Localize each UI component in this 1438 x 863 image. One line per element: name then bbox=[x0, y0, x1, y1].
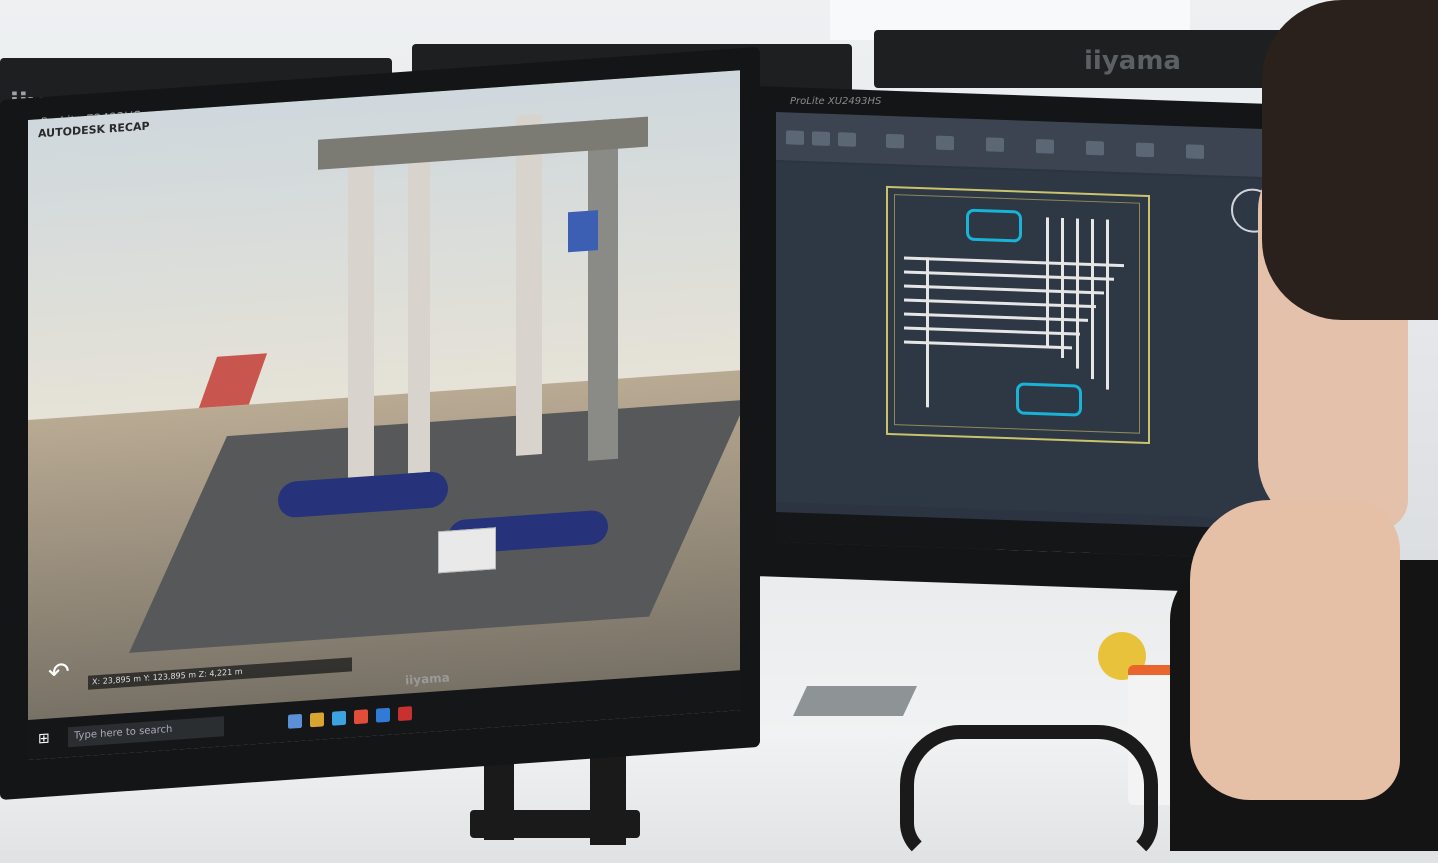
headphones bbox=[900, 725, 1158, 863]
ribbon-button[interactable] bbox=[1036, 139, 1054, 154]
navigation-cube-icon[interactable] bbox=[438, 527, 496, 574]
recap-screen: AUTODESK RECAP ↶ X: 23,895 m Y: 123,895 … bbox=[28, 70, 740, 761]
windows-start-icon[interactable]: ⊞ bbox=[38, 730, 50, 747]
pipe-line bbox=[1106, 219, 1109, 390]
ribbon-button[interactable] bbox=[986, 137, 1004, 152]
pipe-line bbox=[1091, 219, 1094, 380]
ribbon-button[interactable] bbox=[1136, 142, 1154, 158]
ribbon-button[interactable] bbox=[1186, 144, 1204, 159]
taskbar-app-icon[interactable] bbox=[398, 706, 412, 722]
tank-symbol bbox=[966, 208, 1022, 243]
scan-pipe bbox=[348, 135, 374, 498]
back-arrow-icon[interactable]: ↶ bbox=[48, 657, 70, 689]
right-monitor-model: ProLite XU2493HS bbox=[790, 96, 882, 107]
scan-pipe bbox=[516, 114, 542, 456]
taskbar-app-icon[interactable] bbox=[310, 712, 324, 728]
scan-pipe bbox=[588, 118, 618, 461]
background-monitor-brand: iiyama bbox=[1084, 46, 1181, 76]
ribbon-button[interactable] bbox=[838, 132, 856, 147]
scan-pipe bbox=[408, 151, 430, 474]
autocad-screen bbox=[776, 112, 1296, 561]
ribbon-button[interactable] bbox=[786, 130, 804, 145]
person-hair bbox=[1262, 0, 1438, 320]
pipe-line bbox=[1061, 217, 1064, 359]
pipe-line bbox=[1076, 218, 1079, 369]
pipe-line bbox=[1046, 217, 1049, 348]
taskbar-app-icon[interactable] bbox=[288, 713, 302, 729]
scan-valve-box bbox=[568, 210, 598, 253]
ribbon-button[interactable] bbox=[1086, 140, 1104, 156]
desk-cable-port bbox=[793, 686, 917, 716]
drawing-canvas[interactable] bbox=[776, 162, 1296, 554]
person-hand bbox=[1190, 500, 1400, 800]
taskbar-app-icon[interactable] bbox=[354, 709, 368, 725]
pipe-line bbox=[926, 257, 929, 408]
background-monitor-3: iiyama bbox=[874, 30, 1304, 88]
monitor-desk-clamp bbox=[470, 810, 640, 838]
taskbar-app-icon[interactable] bbox=[332, 710, 346, 726]
ribbon-button[interactable] bbox=[812, 131, 830, 146]
ribbon-button[interactable] bbox=[886, 133, 904, 149]
tank-symbol bbox=[1016, 382, 1082, 417]
taskbar-app-icon[interactable] bbox=[376, 707, 390, 723]
ribbon-button[interactable] bbox=[936, 135, 954, 151]
